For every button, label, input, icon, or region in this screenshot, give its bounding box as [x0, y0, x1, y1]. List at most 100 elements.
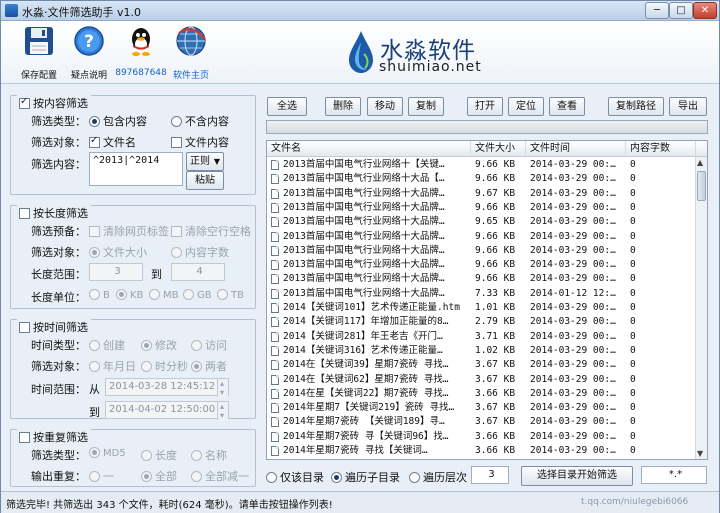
content-type-include-option[interactable]: 包含内容 — [89, 113, 147, 129]
file-list[interactable]: 文件名 文件大小 文件时间 内容字数 2013首届中国电气行业网络十【关键… 9.… — [266, 140, 708, 460]
table-row[interactable]: 2014在星【关键词22】期7瓷砖 寻找… 3.66 KB 2014-03-29 0… — [267, 387, 695, 401]
length-filter-checkbox[interactable] — [19, 208, 30, 219]
content-object-filecontent-option[interactable]: 文件内容 — [171, 134, 229, 150]
dup-output-one-option[interactable]: 一 — [89, 468, 114, 484]
view-button[interactable]: 查看 — [549, 97, 585, 116]
content-type-exclude-option[interactable]: 不含内容 — [171, 113, 229, 129]
duplicate-filter-checkbox[interactable] — [19, 432, 30, 443]
time-object-both-option[interactable]: 两者 — [191, 358, 227, 374]
copy-button[interactable]: 复制 — [408, 97, 444, 116]
content-filter-toggle[interactable]: 按内容筛选 — [17, 95, 91, 111]
scroll-up-icon[interactable]: ▲ — [697, 158, 703, 167]
time-from-input[interactable]: 2014-03-28 12:45:12 — [105, 376, 229, 401]
time-object-time-option[interactable]: 时分秒 — [141, 358, 188, 374]
delete-button[interactable]: 删除 — [325, 97, 361, 116]
dup-type-name-option[interactable]: 名称 — [191, 447, 227, 463]
table-row[interactable]: 2014【关键词316】艺术传递正能量… 1.02 KB 2014-03-29 00… — [267, 344, 695, 358]
table-row[interactable]: 2013首届中国电气行业网络十大品【… 9.66 KB 2014-03-29 00:… — [267, 172, 695, 186]
time-object-date-option[interactable]: 年月日 — [89, 358, 136, 374]
scan-subdirs-option[interactable]: 遍历子目录 — [331, 469, 400, 485]
table-row[interactable]: 2014年星期7瓷砖 【关键词189】寻… 3.67 KB 2014-03-29 0… — [267, 415, 695, 429]
file-pattern-input[interactable]: *.* — [641, 466, 707, 484]
open-button[interactable]: 打开 — [467, 97, 503, 116]
dup-output-all-minus-one-option[interactable]: 全部减一 — [191, 468, 249, 484]
time-from-spinner[interactable] — [217, 376, 228, 401]
scan-depth-input[interactable]: 3 — [471, 466, 509, 484]
table-row[interactable]: 2014在【关键词39】星期7瓷砖 寻找… 3.67 KB 2014-03-29 0… — [267, 358, 695, 372]
table-row[interactable]: 2014年星期7瓷砖 寻【关键词96】找… 3.66 KB 2014-03-29 0… — [267, 430, 695, 444]
start-filter-button[interactable]: 选择目录开始筛选 — [521, 466, 633, 486]
column-header-time[interactable]: 文件时间 — [526, 141, 626, 157]
content-type-label: 筛选类型： — [31, 115, 86, 128]
cell-wordcount: 0 — [630, 273, 636, 285]
table-row[interactable]: 2014【关键词117】年增加正能量的8… 2.79 KB 2014-03-29 0… — [267, 315, 695, 329]
paste-button[interactable]: 粘贴 — [186, 171, 224, 190]
select-all-button[interactable]: 全选 — [267, 97, 307, 116]
unit-tb-option[interactable]: TB — [217, 289, 244, 301]
column-header-wordcount[interactable]: 内容字数 — [626, 141, 696, 157]
close-button[interactable]: ✕ — [693, 2, 717, 19]
length-filter-toggle[interactable]: 按长度筛选 — [17, 205, 91, 221]
match-mode-select[interactable]: 正则 ▼ — [186, 152, 224, 171]
maximize-button[interactable]: □ — [669, 2, 693, 19]
column-header-filename[interactable]: 文件名 — [267, 141, 471, 157]
table-row[interactable]: 2013首届中国电气行业网络十大品牌… 9.66 KB 2014-03-29 00:… — [267, 244, 695, 258]
table-row[interactable]: 2014在【关键词62】星期7瓷砖 寻找… 3.67 KB 2014-03-29 0… — [267, 373, 695, 387]
time-filter-group: 按时间筛选 时间类型： 创建 修改 访问 筛选对象： 年月日 时分秒 两者 时间… — [10, 319, 256, 424]
time-to-spinner[interactable] — [217, 399, 228, 424]
export-button[interactable]: 导出 — [669, 97, 707, 116]
table-row[interactable]: 2014【关键词101】艺术传递正能量.htm 1.01 KB 2014-03-29… — [267, 301, 695, 315]
cell-size: 9.66 KB — [475, 273, 516, 285]
move-button[interactable]: 移动 — [367, 97, 403, 116]
progress-bar — [266, 120, 708, 134]
preset-strip-blank-option[interactable]: 清除空行空格 — [171, 223, 251, 239]
table-row[interactable]: 2013首届中国电气行业网络十大品牌… 9.66 KB 2014-03-29 00:… — [267, 201, 695, 215]
column-header-size[interactable]: 文件大小 — [471, 141, 526, 157]
dup-type-md5-option[interactable]: MD5 — [89, 447, 126, 459]
time-filter-checkbox[interactable] — [19, 322, 30, 333]
content-object-filename-option[interactable]: 文件名 — [89, 134, 136, 150]
cell-size: 3.67 KB — [475, 416, 516, 428]
length-to-input[interactable]: 4 — [171, 263, 225, 281]
length-from-input[interactable]: 3 — [89, 263, 143, 281]
table-row[interactable]: 2013首届中国电气行业网络十大品牌… 9.66 KB 2014-03-29 00:… — [267, 258, 695, 272]
unit-mb-option[interactable]: MB — [149, 289, 179, 301]
table-row[interactable]: 2014年星期7【关键词219】瓷砖 寻找… 3.67 KB 2014-03-29 … — [267, 401, 695, 415]
unit-kb-option[interactable]: KB — [116, 289, 143, 301]
locate-button[interactable]: 定位 — [508, 97, 544, 116]
scan-depth-option[interactable]: 遍历层次 — [409, 469, 467, 485]
time-type-modified-option[interactable]: 修改 — [141, 337, 177, 353]
table-row[interactable]: 2013首届中国电气行业网络十大品牌… 9.67 KB 2014-03-29 00:… — [267, 187, 695, 201]
scroll-down-icon[interactable]: ▼ — [697, 449, 703, 458]
cell-size: 3.67 KB — [475, 359, 516, 371]
content-filter-checkbox[interactable] — [19, 96, 30, 109]
table-row[interactable]: 2013首届中国电气行业网络十大品牌… 9.66 KB 2014-03-29 00:… — [267, 272, 695, 286]
unit-gb-option[interactable]: GB — [183, 289, 212, 301]
unit-b-option[interactable]: B — [89, 289, 110, 301]
time-to-input[interactable]: 2014-04-02 12:50:00 — [105, 399, 229, 424]
time-filter-toggle[interactable]: 按时间筛选 — [17, 319, 91, 335]
duplicate-filter-toggle[interactable]: 按重复筛选 — [17, 429, 91, 445]
table-row[interactable]: 2014【关键词281】年王老吉《开门… 3.71 KB 2014-03-29 00… — [267, 330, 695, 344]
time-type-created-option[interactable]: 创建 — [89, 337, 125, 353]
time-type-accessed-option[interactable]: 访问 — [191, 337, 227, 353]
table-row[interactable]: 2013首届中国电气行业网络十【关键… 9.66 KB 2014-03-29 00:… — [267, 158, 695, 172]
dup-type-length-option[interactable]: 长度 — [141, 447, 177, 463]
table-row[interactable]: 2014年星期7瓷砖 寻找【关键词… 3.66 KB 2014-03-29 00:…… — [267, 444, 695, 458]
vertical-scrollbar[interactable]: ▲ ▼ — [695, 157, 707, 459]
length-preset-label: 筛选预备： — [31, 225, 86, 238]
length-object-size-option[interactable]: 文件大小 — [89, 244, 147, 260]
table-row[interactable]: 2013首届中国电气行业网络十大品牌… 9.65 KB 2014-03-29 00:… — [267, 215, 695, 229]
minimize-button[interactable]: ─ — [645, 2, 669, 19]
copy-path-button[interactable]: 复制路径 — [608, 97, 664, 116]
table-row[interactable]: 2013首届中国电气行业网络十大品牌… 9.66 KB 2014-03-29 00:… — [267, 230, 695, 244]
help-button[interactable]: ? 疑点说明 — [59, 25, 119, 81]
length-object-wordcount-option[interactable]: 内容字数 — [171, 244, 229, 260]
content-value-input[interactable]: ^2013|^2014 — [89, 152, 183, 186]
table-row[interactable]: 2013首届中国电气行业网络十大品牌… 7.33 KB 2014-01-12 12:… — [267, 287, 695, 301]
homepage-button[interactable]: 软件主页 — [161, 25, 221, 81]
preset-strip-html-option[interactable]: 清除网页标签 — [89, 223, 169, 239]
scan-current-dir-option[interactable]: 仅该目录 — [266, 469, 324, 485]
scrollbar-thumb[interactable] — [697, 171, 706, 201]
dup-output-all-option[interactable]: 全部 — [141, 468, 177, 484]
